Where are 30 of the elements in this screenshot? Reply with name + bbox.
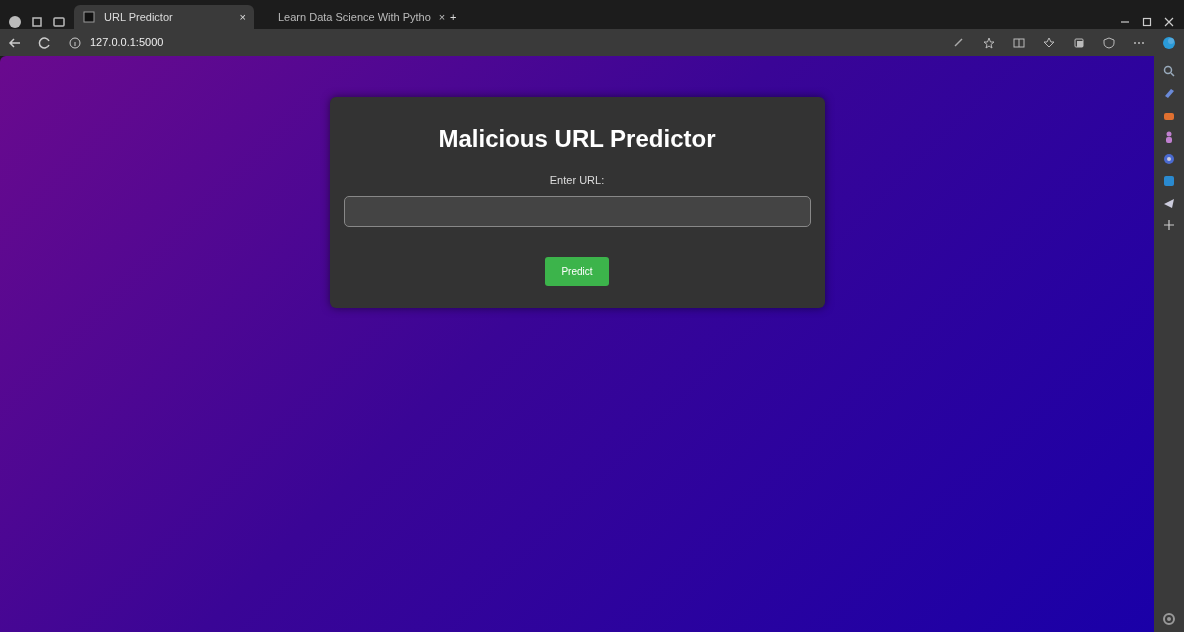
plus-icon[interactable]	[1162, 218, 1176, 232]
profile-icon[interactable]	[8, 15, 22, 29]
square-icon[interactable]	[1162, 174, 1176, 188]
copilot-icon[interactable]	[1162, 35, 1176, 50]
tab-title: Learn Data Science With Pytho	[278, 9, 431, 25]
tab-actions-icon[interactable]	[52, 15, 66, 29]
star-icon[interactable]	[982, 35, 996, 50]
settings-icon[interactable]	[1162, 612, 1176, 626]
close-icon[interactable]	[1162, 15, 1176, 29]
field-label: Enter URL:	[548, 172, 606, 188]
send-icon[interactable]	[1162, 196, 1176, 210]
close-tab-button[interactable]: ×	[438, 8, 446, 26]
search-icon[interactable]	[1162, 64, 1176, 78]
browser-tab[interactable]: URL Predictor ×	[74, 5, 254, 29]
collections-icon[interactable]	[1072, 35, 1086, 50]
new-tab-button[interactable]: +	[450, 8, 457, 29]
back-icon[interactable]	[8, 35, 22, 50]
url-text: 127.0.0.1:5000	[90, 35, 164, 51]
info-icon	[68, 35, 82, 50]
url-input[interactable]	[343, 196, 811, 228]
workspaces-icon[interactable]	[30, 15, 44, 29]
shield-icon[interactable]	[1102, 35, 1116, 50]
page-icon	[82, 10, 96, 24]
maximize-icon[interactable]	[1140, 15, 1154, 29]
refresh-icon[interactable]	[38, 35, 52, 50]
page-title: Malicious URL Predictor	[437, 125, 717, 154]
close-tab-button[interactable]: ×	[239, 8, 246, 26]
split-screen-icon[interactable]	[1012, 35, 1026, 50]
circle-icon[interactable]	[1162, 152, 1176, 166]
tab-title: URL Predictor	[104, 9, 174, 25]
